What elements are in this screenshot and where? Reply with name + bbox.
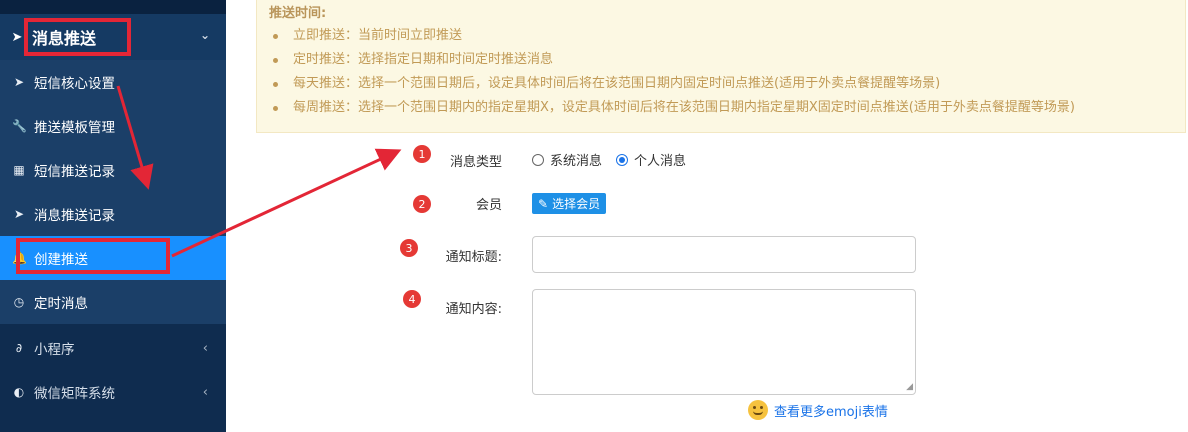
annotation-badge-4: 4 [403, 290, 421, 308]
sidebar-item-sms-core-settings[interactable]: ➤ 短信核心设置 [0, 60, 226, 104]
paper-plane-icon: ➤ [13, 75, 25, 89]
sidebar-item-template-management[interactable]: 🔧 推送模板管理 [0, 104, 226, 148]
sidebar-item-label: 小程序 [34, 342, 75, 358]
notice-item: 每天推送：选择一个范围日期后，设定具体时间后将在该范围日期内固定时间点推送(适用… [273, 72, 1075, 96]
clock-icon: ◷ [13, 295, 25, 309]
more-emoji-label: 查看更多emoji表情 [774, 404, 888, 420]
resize-handle-icon[interactable]: ◢ [906, 382, 913, 392]
notice-list: 立即推送：当前时间立即推送 定时推送：选择指定日期和时间定时推送消息 每天推送：… [273, 24, 1075, 120]
radio-label: 系统消息 [550, 154, 603, 169]
notice-item: 立即推送：当前时间立即推送 [273, 24, 1075, 48]
sidebar-item-label: 定时消息 [34, 296, 88, 312]
annotation-badge-1: 1 [413, 145, 431, 163]
notice-item: 定时推送：选择指定日期和时间定时推送消息 [273, 48, 1075, 72]
paper-plane-icon: ➤ [13, 207, 25, 221]
notice-item: 每周推送：选择一个范围日期内的指定星期X，设定具体时间后将在该范围日期内指定星期… [273, 96, 1075, 120]
annotation-badge-3: 3 [400, 239, 418, 257]
radio-circle-checked[interactable] [616, 153, 629, 166]
sidebar-item-label: 短信核心设置 [34, 76, 115, 92]
notice-content-label: 通知内容: [445, 302, 502, 317]
select-member-label: 选择会员 [552, 197, 601, 211]
notice-content-textarea[interactable]: ◢ [532, 289, 916, 395]
sidebar-top-strip [0, 0, 226, 14]
link-icon: ∂ [15, 341, 23, 355]
radio-circle[interactable] [532, 153, 544, 166]
more-emoji-link[interactable]: 查看更多emoji表情 [748, 400, 888, 420]
sidebar-item-label: 推送模板管理 [34, 120, 115, 136]
sidebar-item-message-push-records[interactable]: ➤ 消息推送记录 [0, 192, 226, 236]
notice-title-input[interactable] [532, 236, 916, 273]
wechat-icon: ◐ [13, 385, 25, 399]
sidebar-item-scheduled-messages[interactable]: ◷ 定时消息 [0, 280, 226, 324]
radio-personal-message[interactable]: 个人消息 [616, 150, 686, 169]
message-type-radio-group: 系统消息 个人消息 [532, 150, 686, 169]
paper-plane-icon: ➤ [11, 29, 23, 45]
sidebar-item-label: 微信矩阵系统 [34, 386, 115, 402]
notice-title: 推送时间: [269, 6, 327, 21]
chevron-left-icon: ‹ [202, 340, 208, 356]
notice-title-label: 通知标题: [445, 250, 502, 265]
highlight-box-group [24, 18, 131, 56]
chevron-down-icon: ⌄ [199, 28, 210, 42]
annotation-badge-2: 2 [413, 195, 431, 213]
sidebar-item-sms-push-records[interactable]: ▦ 短信推送记录 [0, 148, 226, 192]
main-content: 推送时间: 立即推送：当前时间立即推送 定时推送：选择指定日期和时间定时推送消息… [226, 0, 1188, 432]
select-member-button[interactable]: ✎ 选择会员 [532, 193, 607, 214]
smile-emoji-icon [748, 400, 768, 420]
edit-icon: ✎ [538, 196, 549, 211]
wrench-icon: 🔧 [12, 119, 27, 133]
chevron-left-icon: ‹ [202, 384, 208, 400]
sidebar-item-label: 消息推送记录 [34, 208, 115, 224]
sidebar: ➤ 消息推送 ⌄ ➤ 短信核心设置 🔧 推送模板管理 ▦ 短信推送记录 ➤ 消息… [0, 0, 226, 432]
sidebar-item-label: 短信推送记录 [34, 164, 115, 180]
push-time-notice: 推送时间: 立即推送：当前时间立即推送 定时推送：选择指定日期和时间定时推送消息… [256, 0, 1186, 133]
highlight-box-create-push [16, 238, 170, 274]
radio-system-message[interactable]: 系统消息 [532, 150, 602, 169]
table-icon: ▦ [13, 163, 25, 177]
radio-label: 个人消息 [634, 154, 687, 169]
sidebar-item-wechat-matrix[interactable]: ◐ 微信矩阵系统 ‹ [0, 370, 226, 414]
sidebar-item-mini-program[interactable]: ∂ 小程序 ‹ [0, 326, 226, 370]
